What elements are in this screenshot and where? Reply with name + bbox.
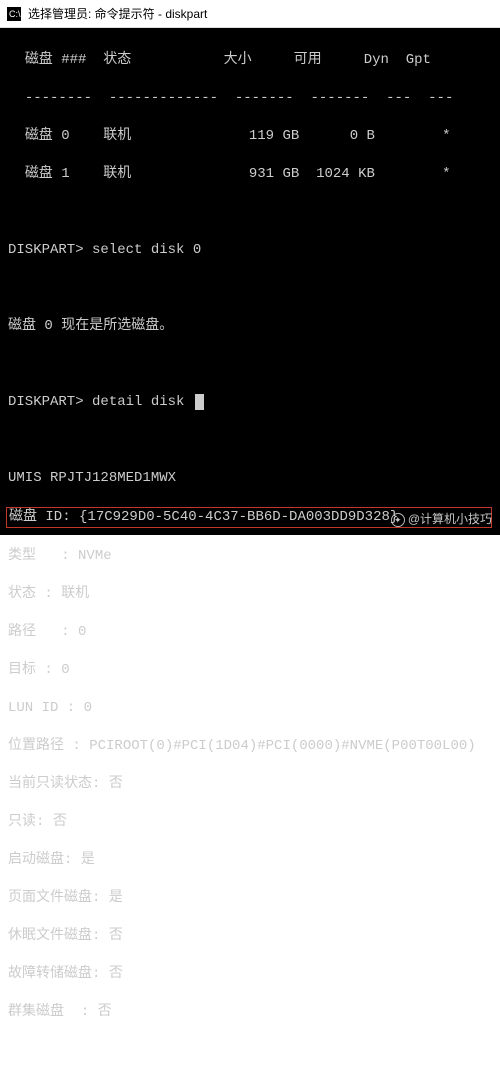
detail-boot: 启动磁盘: 是 [8, 851, 492, 870]
blank [8, 1041, 492, 1060]
blank [8, 203, 492, 222]
detail-status: 状态 : 联机 [8, 585, 492, 604]
msg-selected: 磁盘 0 现在是所选磁盘。 [8, 317, 492, 336]
disk-row-1: 磁盘 1 联机 931 GB 1024 KB * [8, 165, 492, 184]
detail-type: 类型 : NVMe [8, 547, 492, 566]
detail-page: 页面文件磁盘: 是 [8, 889, 492, 908]
prompt-line-1: DISKPART> select disk 0 [8, 241, 492, 260]
detail-cluster: 群集磁盘 : 否 [8, 1003, 492, 1022]
detail-target: 目标 : 0 [8, 661, 492, 680]
window-title: 选择管理员: 命令提示符 - diskpart [28, 5, 207, 22]
disk-model: UMIS RPJTJ128MED1MWX [8, 469, 492, 488]
detail-ro: 只读: 否 [8, 813, 492, 832]
window-titlebar[interactable]: C:\ 选择管理员: 命令提示符 - diskpart [0, 0, 500, 28]
detail-path: 路径 : 0 [8, 623, 492, 642]
svg-text:C:\: C:\ [9, 9, 21, 19]
watermark: ✦@计算机小技巧 [391, 510, 492, 529]
prompt-line-2: DISKPART> detail disk [8, 393, 492, 412]
detail-curro: 当前只读状态: 否 [8, 775, 492, 794]
blank [8, 355, 492, 374]
disk-row-0: 磁盘 0 联机 119 GB 0 B * [8, 127, 492, 146]
detail-lun: LUN ID : 0 [8, 699, 492, 718]
cursor [195, 394, 204, 410]
watermark-icon: ✦ [391, 513, 405, 527]
blank [8, 279, 492, 298]
disklist-divider: -------- ------------- ------- ------- -… [8, 89, 492, 108]
blank [8, 431, 492, 450]
terminal-area[interactable]: 磁盘 ### 状态 大小 可用 Dyn Gpt -------- -------… [0, 28, 500, 535]
detail-crash: 故障转储磁盘: 否 [8, 965, 492, 984]
detail-hib: 休眠文件磁盘: 否 [8, 927, 492, 946]
cmd-icon: C:\ [6, 6, 22, 22]
disklist-header: 磁盘 ### 状态 大小 可用 Dyn Gpt [8, 51, 492, 70]
detail-locpath: 位置路径 : PCIROOT(0)#PCI(1D04)#PCI(0000)#NV… [8, 737, 492, 756]
